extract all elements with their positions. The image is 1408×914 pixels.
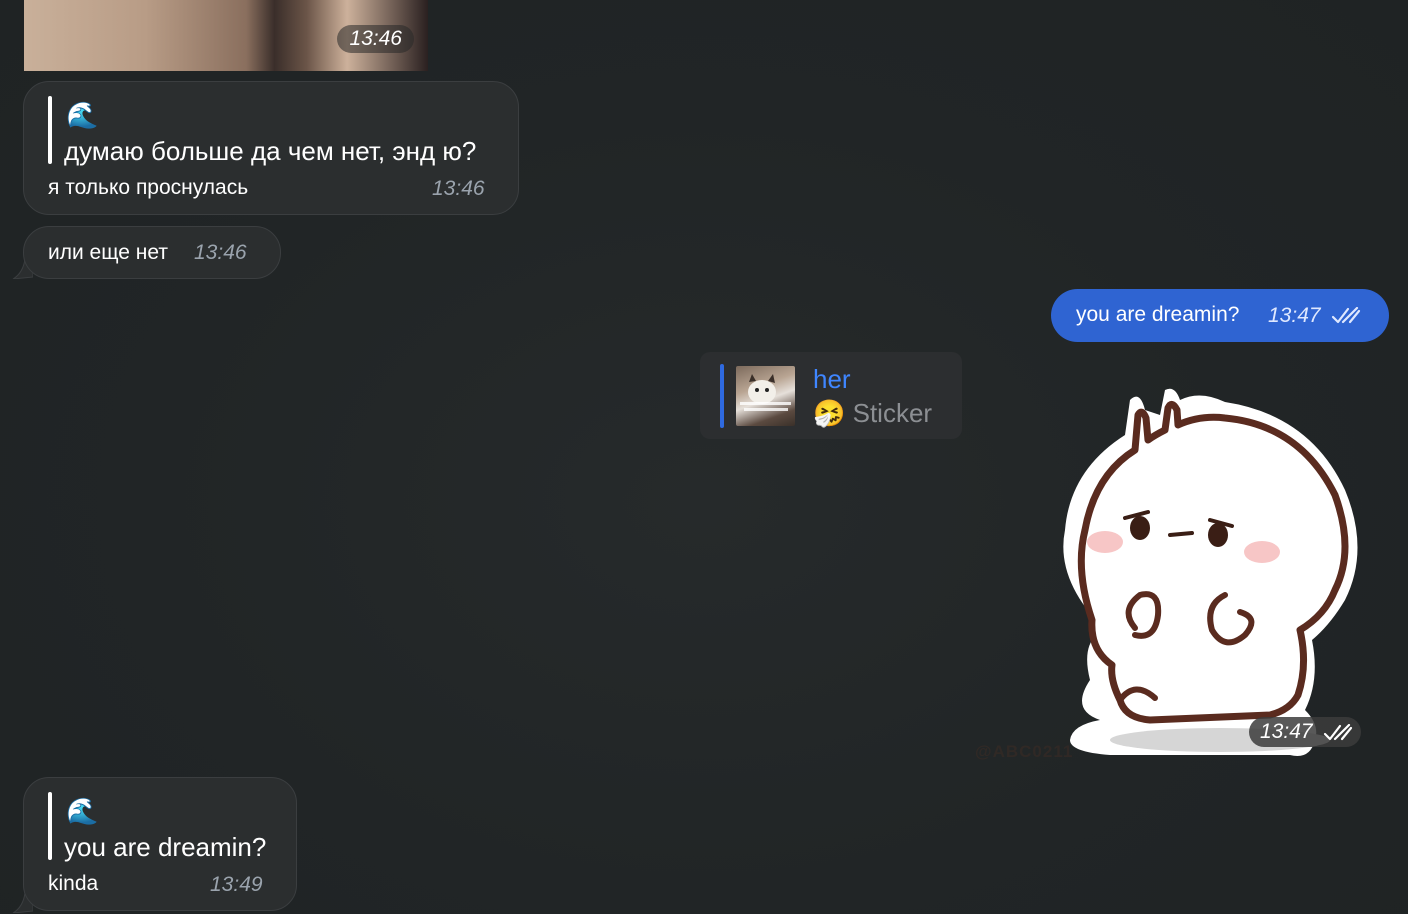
chat-view: 13:46 🌊 думаю больше да чем нет, энд ю? …: [0, 0, 1408, 914]
message-time: 13:47: [1268, 304, 1321, 327]
reply-preview[interactable]: her 🤧 Sticker: [700, 352, 962, 439]
outgoing-message[interactable]: you are dreamin? 13:47: [1051, 289, 1389, 342]
double-check-icon: [1331, 307, 1361, 324]
sticker-thumbnail: [736, 366, 795, 426]
message-time: 13:46: [432, 177, 485, 200]
sticker-time-badge: 13:47: [1249, 717, 1361, 747]
incoming-message[interactable]: 🌊 you are dreamin? kinda 13:49: [23, 777, 297, 911]
quote-bar: [48, 96, 52, 164]
message-text: я только проснулась: [48, 176, 249, 199]
message-text: kinda: [48, 872, 99, 895]
message-text: или еще нет: [48, 241, 168, 264]
double-check-icon: [1323, 724, 1353, 741]
photo-message[interactable]: 13:46: [24, 0, 428, 71]
incoming-message[interactable]: 🌊 думаю больше да чем нет, энд ю? я толь…: [23, 81, 519, 215]
wave-emoji-icon: 🌊: [66, 796, 99, 826]
reply-type-label: Sticker: [852, 398, 933, 428]
sneezing-emoji-icon: 🤧: [813, 398, 846, 428]
wave-emoji-icon: 🌊: [66, 100, 99, 130]
quote-text: думаю больше да чем нет, энд ю?: [64, 136, 477, 166]
reply-bar: [720, 364, 724, 428]
quote-bar: [48, 792, 52, 860]
reply-author: her: [813, 364, 851, 394]
message-text: you are dreamin?: [1076, 303, 1240, 326]
message-time: 13:47: [1260, 720, 1313, 743]
cat-thumbnail-icon: [740, 374, 791, 411]
message-time: 13:46: [337, 25, 414, 53]
incoming-message[interactable]: или еще нет 13:46: [23, 226, 281, 279]
quote-text: you are dreamin?: [64, 832, 267, 862]
message-time: 13:49: [210, 873, 263, 896]
sticker-watermark: @ABC0211: [975, 742, 1074, 761]
reply-subtitle: 🤧 Sticker: [813, 398, 932, 429]
message-time: 13:46: [194, 241, 247, 264]
sticker-image[interactable]: [1050, 380, 1370, 765]
